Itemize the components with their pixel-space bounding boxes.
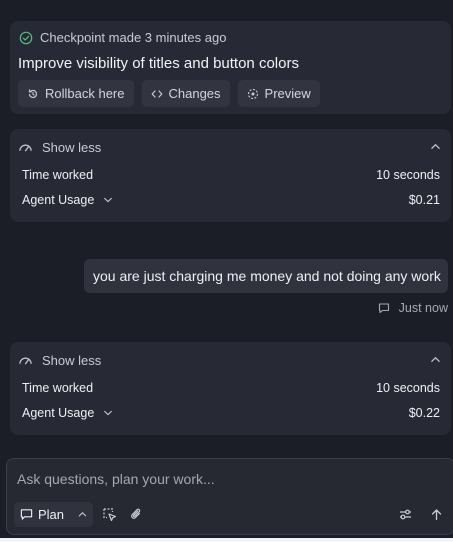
chevron-up-icon	[78, 512, 87, 517]
agent-usage-row: Agent Usage $0.21	[22, 193, 440, 207]
gauge-icon	[19, 357, 32, 365]
rollback-icon	[28, 89, 38, 98]
message-timestamp: Just now	[398, 301, 448, 315]
show-less-toggle[interactable]: Show less	[18, 351, 441, 369]
checkpoint-card: Checkpoint made 3 minutes ago Improve vi…	[10, 21, 451, 114]
time-worked-label: Time worked	[22, 168, 94, 182]
message-meta: Just now	[378, 301, 448, 315]
chevron-down-icon	[104, 410, 113, 416]
settings-sliders-icon[interactable]	[398, 507, 413, 522]
time-worked-value: 10 seconds	[376, 381, 440, 395]
chevron-down-icon	[104, 197, 113, 203]
agent-usage-value: $0.22	[408, 406, 440, 420]
send-arrow-icon[interactable]	[429, 507, 444, 522]
agent-usage-toggle[interactable]: Agent Usage	[22, 406, 113, 420]
show-less-label: Show less	[42, 139, 102, 155]
usage-card: Show less Time worked 10 seconds Agent U…	[10, 129, 451, 222]
time-worked-value: 10 seconds	[376, 168, 440, 182]
agent-usage-row: Agent Usage $0.22	[22, 406, 440, 420]
rollback-button[interactable]: Rollback here	[18, 80, 134, 107]
composer: Plan	[6, 458, 453, 535]
plan-mode-label: Plan	[38, 507, 65, 522]
time-worked-row: Time worked 10 seconds	[22, 381, 440, 395]
preview-button[interactable]: Preview	[237, 80, 320, 107]
agent-usage-toggle[interactable]: Agent Usage	[22, 193, 113, 207]
bottom-edge	[0, 538, 453, 542]
chat-bubble-icon	[20, 509, 33, 520]
chat-input[interactable]	[17, 468, 437, 490]
time-worked-row: Time worked 10 seconds	[22, 168, 440, 182]
checkpoint-title: Improve visibility of titles and button …	[18, 55, 299, 72]
gauge-icon	[19, 144, 32, 152]
agent-usage-label: Agent Usage	[22, 193, 95, 207]
plan-mode-button[interactable]: Plan	[14, 502, 93, 527]
checkpoint-status-text: Checkpoint made 3 minutes ago	[40, 30, 227, 45]
show-less-label: Show less	[42, 352, 102, 368]
chevron-up-icon	[431, 144, 440, 149]
changes-label: Changes	[168, 86, 221, 101]
rollback-label: Rollback here	[45, 86, 125, 101]
checkpoint-status: Checkpoint made 3 minutes ago	[19, 30, 226, 45]
time-worked-label: Time worked	[22, 381, 94, 395]
preview-icon	[247, 88, 258, 99]
comment-icon[interactable]	[378, 302, 390, 314]
agent-usage-value: $0.21	[408, 193, 440, 207]
select-element-icon[interactable]	[102, 507, 117, 522]
checkpoint-actions: Rollback here Changes Preview	[18, 80, 320, 107]
check-circle-icon	[19, 31, 33, 44]
show-less-toggle[interactable]: Show less	[18, 138, 441, 156]
changes-button[interactable]: Changes	[141, 80, 230, 107]
agent-usage-label: Agent Usage	[22, 406, 95, 420]
preview-label: Preview	[264, 86, 311, 101]
chevron-up-icon	[431, 357, 440, 362]
usage-card: Show less Time worked 10 seconds Agent U…	[10, 342, 451, 435]
user-message: you are just charging me money and not d…	[84, 259, 448, 293]
paperclip-icon[interactable]	[129, 507, 144, 522]
code-icon	[151, 89, 162, 98]
